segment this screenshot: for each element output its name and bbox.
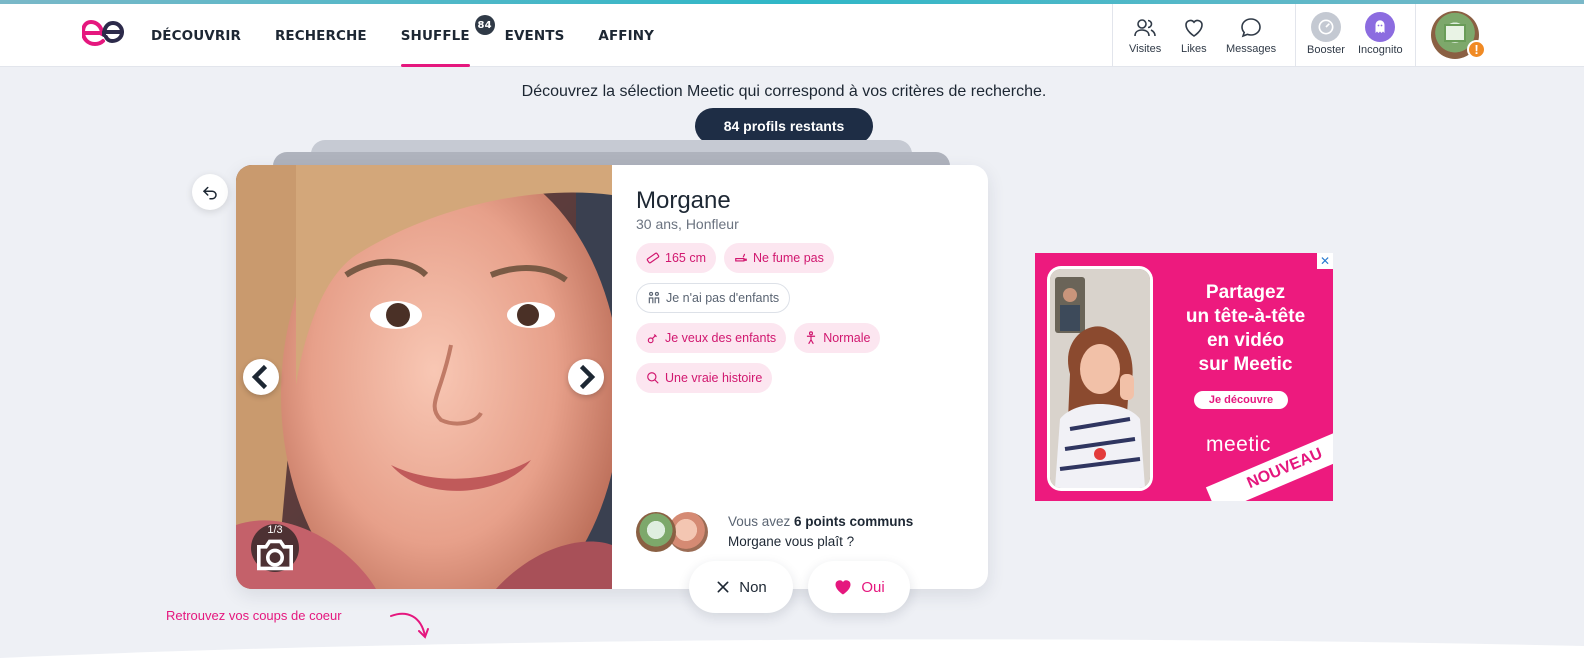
common-points: Vous avez 6 points communs Morgane vous …: [636, 512, 913, 552]
pacifier-icon: [647, 334, 657, 344]
ghost-icon: [1365, 12, 1396, 42]
oui-label: Oui: [861, 578, 885, 596]
chip-smoking: Ne fume pas: [724, 243, 834, 273]
close-icon: [717, 581, 729, 593]
incognito-button[interactable]: Incognito: [1358, 12, 1403, 56]
shuffle-count-badge: 84: [474, 15, 495, 35]
chip-label: Une vraie histoire: [665, 371, 763, 385]
chip-label: 165 cm: [665, 251, 706, 265]
heart-icon: [835, 580, 851, 595]
chevron-left-icon: [251, 364, 268, 390]
phone-illustration: [1047, 266, 1153, 491]
page-headline: Découvrez la sélection Meetic qui corres…: [521, 83, 1047, 100]
chip-body: Normale: [794, 323, 881, 353]
common-points-text: Vous avez 6 points communs Morgane vous …: [728, 512, 913, 552]
ad-title: Partagez un tête-à-tête en vidéo sur Mee…: [1168, 281, 1323, 377]
oui-button[interactable]: Oui: [808, 561, 910, 613]
nav-affiny[interactable]: AFFINY: [598, 4, 654, 67]
profile-chips: 165 cm Ne fume pas Je n'ai pas d'enfants…: [636, 243, 966, 403]
match-question: Morgane vous plaît ?: [728, 534, 855, 549]
nav-label: AFFINY: [598, 27, 654, 44]
profile-info: Morgane 30 ans, Honfleur 165 cm Ne fume …: [636, 187, 976, 403]
meetic-logo[interactable]: [82, 18, 124, 50]
ad-title-line: Partagez: [1205, 282, 1286, 303]
likes-button[interactable]: Likes: [1181, 16, 1207, 55]
header-divider: [1112, 4, 1113, 67]
family-icon: [648, 291, 660, 304]
body-icon: [807, 331, 816, 345]
previous-photo-button[interactable]: [243, 359, 279, 395]
ad-cta-button[interactable]: Je découvre: [1194, 391, 1288, 409]
remaining-profiles-badge: 84 profils restants: [695, 108, 873, 144]
chip-relationship: Une vraie histoire: [636, 363, 773, 393]
visites-label: Visites: [1129, 43, 1162, 55]
header-divider: [1295, 4, 1296, 67]
search-icon: [647, 372, 659, 384]
visitors-icon: [1134, 19, 1156, 37]
ad-banner[interactable]: ✕ Partagez un tête-à-tête en vidéo sur M…: [1035, 253, 1333, 501]
coups-de-coeur-link[interactable]: Retrouvez vos coups de coeur: [166, 608, 342, 623]
ad-title-line: en vidéo: [1206, 330, 1285, 351]
messages-button[interactable]: Messages: [1226, 16, 1276, 55]
common-prefix: Vous avez: [728, 514, 795, 529]
booster-button[interactable]: Booster: [1307, 12, 1345, 56]
profile-age-city: 30 ans, Honfleur: [636, 216, 739, 232]
likes-label: Likes: [1181, 43, 1207, 55]
common-count[interactable]: 6 points communs: [794, 514, 913, 529]
ad-brand-logo: meetic: [1206, 433, 1271, 456]
profile-name: Morgane: [636, 187, 731, 214]
nav-label: SHUFFLE: [400, 27, 470, 44]
profile-photo[interactable]: 1/3: [236, 165, 612, 589]
ad-close-icon[interactable]: ✕: [1317, 253, 1333, 269]
non-button[interactable]: Non: [689, 561, 793, 613]
no-smoking-icon: [735, 253, 747, 262]
undo-arrow-icon: [202, 186, 217, 200]
profile-alert-badge: !: [1467, 40, 1486, 59]
chip-label: Je veux des enfants: [665, 331, 777, 345]
chevron-right-icon: [579, 364, 596, 390]
booster-label: Booster: [1307, 44, 1345, 56]
nav-label: RECHERCHE: [274, 27, 367, 44]
header-divider: [1415, 4, 1416, 67]
profile-card: 1/3 Morgane 30 ans, Honfleur 165 cm Ne f…: [236, 165, 988, 589]
nav-label: DÉCOUVRIR: [151, 27, 241, 44]
header: DÉCOUVRIR RECHERCHE SHUFFLE 84 EVENTS AF…: [0, 4, 1584, 67]
nav-label: EVENTS: [504, 27, 565, 44]
next-photo-button[interactable]: [568, 359, 604, 395]
undo-button[interactable]: [192, 174, 228, 210]
chat-bubble-icon: [1241, 18, 1261, 38]
chip-label: Normale: [823, 331, 871, 345]
my-avatar: [636, 512, 676, 552]
chip-label: Ne fume pas: [753, 251, 824, 265]
incognito-label: Incognito: [1358, 44, 1403, 56]
visites-button[interactable]: Visites: [1129, 16, 1161, 55]
ruler-icon: [646, 252, 660, 264]
messages-label: Messages: [1226, 43, 1277, 55]
booster-icon: [1310, 12, 1341, 42]
ad-title-line: un tête-à-tête: [1185, 306, 1306, 327]
profile-photo-image: [236, 165, 612, 589]
nav-events[interactable]: EVENTS: [505, 4, 565, 67]
chip-height: 165 cm: [636, 243, 716, 273]
nav-shuffle[interactable]: SHUFFLE 84: [400, 4, 495, 67]
chip-children: Je n'ai pas d'enfants: [636, 283, 791, 313]
chip-wants-children: Je veux des enfants: [636, 323, 787, 353]
bottom-wave: [0, 639, 1584, 671]
phone-screen-image: [1050, 269, 1150, 488]
nav-recherche[interactable]: RECHERCHE: [275, 4, 367, 67]
non-label: Non: [739, 578, 767, 596]
chip-label: Je n'ai pas d'enfants: [666, 291, 780, 305]
ad-title-line: sur Meetic: [1198, 354, 1293, 375]
nav-decouvrir[interactable]: DÉCOUVRIR: [151, 4, 241, 67]
heart-outline-icon: [1185, 19, 1203, 37]
main-nav: DÉCOUVRIR RECHERCHE SHUFFLE 84 EVENTS AF…: [151, 4, 688, 67]
